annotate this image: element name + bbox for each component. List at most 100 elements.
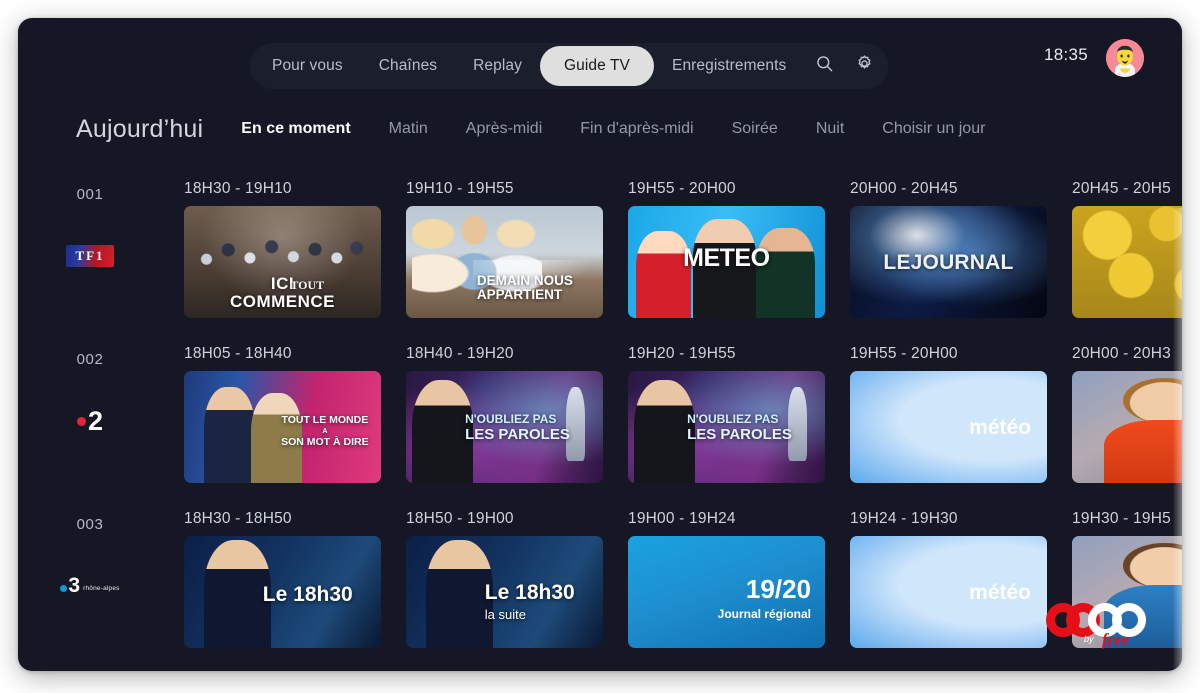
france3-logo-text: 3 — [68, 573, 81, 597]
channel-row: 002 2 18H05 - 18H40 TOUT LE MONDE A SON … — [18, 345, 1182, 510]
channel-info-france3[interactable]: 003 3 rhône-alpes — [18, 510, 184, 671]
program-time: 19H55 - 20H00 — [628, 180, 736, 197]
france2-dot-icon — [76, 416, 86, 426]
nav-item-enregistrements[interactable]: Enregistrements — [654, 47, 804, 85]
main-nav-pill-group: Pour vous Chaînes Replay Guide TV Enregi… — [250, 43, 889, 89]
channel-number: 002 — [76, 351, 104, 368]
thumbnail-art — [203, 540, 271, 648]
period-nuit[interactable]: Nuit — [816, 120, 844, 138]
nav-item-pour-vous[interactable]: Pour vous — [254, 47, 361, 85]
program-title-line1: météo — [969, 416, 1031, 439]
program-thumbnail[interactable] — [1072, 371, 1182, 483]
program-title-line1: 19/20 — [745, 574, 811, 604]
program-title-line2: LES PAROLES — [687, 426, 792, 443]
program-thumbnail[interactable]: ICI TOUT COMMENCE — [184, 206, 381, 318]
program-slot[interactable]: 20H00 - 20H3 — [1072, 345, 1182, 483]
program-slot[interactable]: 19H55 - 20H00 METEO — [628, 180, 850, 318]
program-slot[interactable]: 19H10 - 19H55 DEMAIN NOUS APPARTIENT — [406, 180, 628, 318]
program-time: 18H30 - 19H10 — [184, 180, 292, 197]
program-time: 18H05 - 18H40 — [184, 345, 292, 362]
nav-label: Pour vous — [272, 57, 343, 74]
program-title-line2: APPARTIENT — [476, 287, 563, 303]
program-time: 19H30 - 19H5 — [1072, 510, 1171, 527]
program-time: 19H24 - 19H30 — [850, 510, 958, 527]
program-slot[interactable]: 19H00 - 19H24 19/20 Journal régional — [628, 510, 850, 648]
clock-time: 18:35 — [1043, 45, 1088, 64]
program-thumbnail[interactable]: météo — [850, 371, 1047, 483]
nav-label: Enregistrements — [672, 57, 787, 74]
search-icon — [815, 54, 834, 78]
program-slot[interactable]: 19H55 - 20H00 météo — [850, 345, 1072, 483]
program-thumbnail[interactable]: météo — [850, 536, 1047, 648]
program-time: 18H30 - 18H50 — [184, 510, 292, 527]
program-slots: 18H30 - 18H50 Le 18h30 18H50 - 19H00 Le … — [184, 510, 1182, 648]
program-slot[interactable]: 18H05 - 18H40 TOUT LE MONDE A SON MOT À … — [184, 345, 406, 483]
program-thumbnail[interactable] — [1072, 206, 1182, 318]
period-fin-dapres-midi[interactable]: Fin d'après-midi — [580, 120, 693, 138]
period-matin[interactable]: Matin — [389, 120, 428, 138]
thumbnail-art — [1103, 420, 1182, 483]
program-thumbnail[interactable]: N'OUBLIEZ PAS LES PAROLES — [628, 371, 825, 483]
nav-item-chaines[interactable]: Chaînes — [361, 47, 455, 85]
top-navigation-bar: Pour vous Chaînes Replay Guide TV Enregi… — [18, 18, 1182, 92]
nav-item-replay[interactable]: Replay — [455, 47, 540, 85]
search-button[interactable] — [804, 47, 844, 85]
nav-item-guide-tv[interactable]: Guide TV — [540, 46, 654, 86]
avatar-face-icon — [1106, 39, 1144, 77]
tv-guide-app: Pour vous Chaînes Replay Guide TV Enregi… — [18, 18, 1182, 671]
program-title-line1: ICI — [270, 273, 295, 293]
program-title-line2: TOUT — [290, 277, 325, 292]
period-soiree[interactable]: Soirée — [732, 120, 778, 138]
thumbnail-art — [203, 386, 255, 483]
program-time: 20H00 - 20H45 — [850, 180, 958, 197]
program-thumbnail[interactable]: LEJOURNAL — [850, 206, 1047, 318]
program-time: 20H00 - 20H3 — [1072, 345, 1171, 362]
program-thumbnail[interactable]: Le 18h30 la suite — [406, 536, 603, 648]
program-thumbnail[interactable]: DEMAIN NOUS APPARTIENT — [406, 206, 603, 318]
program-title-line1: Le 18h30 — [262, 583, 353, 606]
thumbnail-art — [756, 228, 816, 318]
france2-logo-icon: 2 — [18, 403, 162, 439]
france2-logo-text: 2 — [87, 405, 104, 436]
program-time: 18H50 - 19H00 — [406, 510, 514, 527]
channel-info-tf1[interactable]: 001 TF1 — [18, 180, 184, 345]
program-thumbnail[interactable]: METEO — [628, 206, 825, 318]
program-thumbnail[interactable]: 19/20 Journal régional — [628, 536, 825, 648]
program-slot[interactable]: 18H50 - 19H00 Le 18h30 la suite — [406, 510, 628, 648]
program-slot[interactable]: 18H40 - 19H20 N'OUBLIEZ PAS LES PAROLES — [406, 345, 628, 483]
program-title-line1: N'OUBLIEZ PAS — [465, 412, 557, 426]
program-slot[interactable]: 20H45 - 20H5 — [1072, 180, 1182, 318]
program-title-line1: météo — [969, 581, 1031, 604]
thumbnail-art — [1123, 542, 1182, 588]
program-slot[interactable]: 19H20 - 19H55 N'OUBLIEZ PAS LES PAROLES — [628, 345, 850, 483]
program-slot[interactable]: 20H00 - 20H45 LEJOURNAL — [850, 180, 1072, 318]
program-title-line1: LEJOURNAL — [883, 251, 1014, 274]
program-title-line1: TOUT LE MONDE — [281, 414, 369, 426]
nav-label: Guide TV — [564, 57, 630, 74]
program-time: 18H40 - 19H20 — [406, 345, 514, 362]
program-slot[interactable]: 18H30 - 18H50 Le 18h30 — [184, 510, 406, 648]
thumbnail-art — [633, 379, 695, 483]
period-apres-midi[interactable]: Après-midi — [466, 120, 542, 138]
thumbnail-art — [1123, 377, 1182, 423]
period-en-ce-moment[interactable]: En ce moment — [241, 120, 350, 138]
program-thumbnail[interactable] — [1072, 536, 1182, 648]
channel-info-france2[interactable]: 002 2 — [18, 345, 184, 510]
channel-number: 003 — [76, 516, 104, 533]
settings-button[interactable] — [844, 47, 884, 85]
program-slots: 18H30 - 19H10 ICI TOUT COMMENCE 19H10 - … — [184, 180, 1182, 318]
period-choisir-un-jour[interactable]: Choisir un jour — [882, 120, 985, 138]
program-slot[interactable]: 18H30 - 19H10 ICI TOUT COMMENCE — [184, 180, 406, 318]
avatar[interactable] — [1106, 39, 1144, 77]
program-thumbnail[interactable]: TOUT LE MONDE A SON MOT À DIRE — [184, 371, 381, 483]
program-thumbnail[interactable]: N'OUBLIEZ PAS LES PAROLES — [406, 371, 603, 483]
channel-row: 003 3 rhône-alpes 18H30 - 18H50 Le 18h30 — [18, 510, 1182, 671]
program-thumbnail[interactable]: Le 18h30 — [184, 536, 381, 648]
france3-dot-icon — [60, 585, 68, 593]
program-title-line1: METEO — [683, 244, 770, 272]
program-slot[interactable]: 19H24 - 19H30 météo — [850, 510, 1072, 648]
program-title-line1: N'OUBLIEZ PAS — [687, 412, 779, 426]
program-slot[interactable]: 19H30 - 19H5 — [1072, 510, 1182, 648]
tf1-logo-icon: TF1 — [18, 238, 162, 274]
channel-number: 001 — [76, 186, 104, 203]
